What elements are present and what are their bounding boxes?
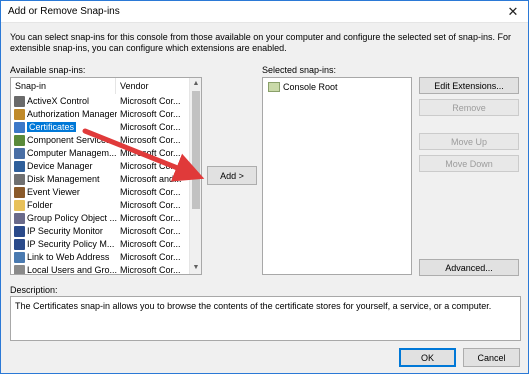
dialog-window: Add or Remove Snap-ins ✕ You can select … (0, 0, 529, 374)
annotation-arrow (82, 128, 205, 182)
